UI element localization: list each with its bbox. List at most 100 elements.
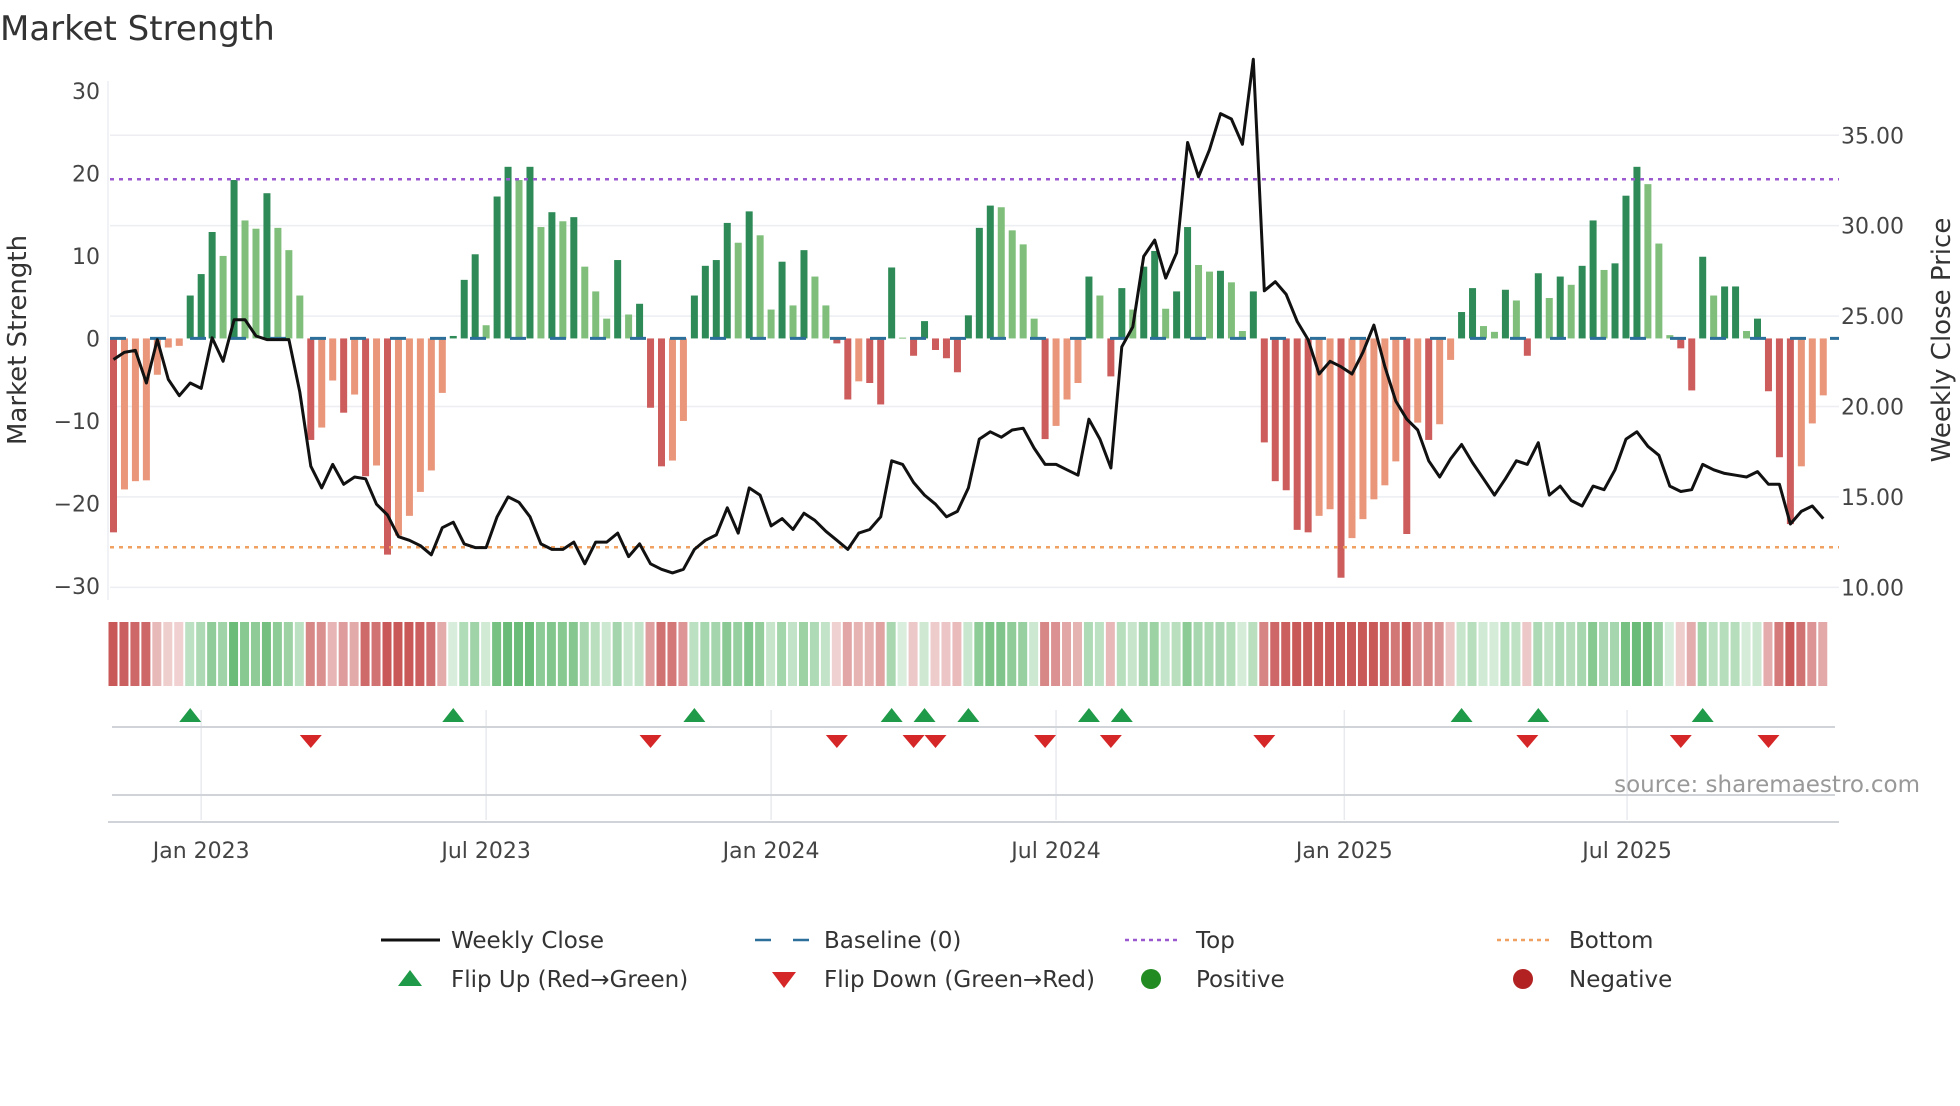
x-tick-label: Jul 2023 <box>439 839 531 864</box>
heat-cell <box>722 622 732 686</box>
strength-heat-strip <box>108 622 1828 686</box>
strength-bars <box>110 166 1827 578</box>
strength-bar <box>745 211 753 339</box>
strength-bar <box>1008 230 1016 339</box>
strength-bar <box>373 338 381 466</box>
y-tick-label: 0 <box>86 327 100 352</box>
strength-bar <box>307 338 315 440</box>
heat-cell <box>1094 622 1104 686</box>
heat-cell <box>272 622 282 686</box>
strength-bar <box>274 227 282 339</box>
heat-cell <box>514 622 524 686</box>
strength-bar <box>471 254 479 339</box>
strength-bar <box>1216 270 1224 339</box>
heat-cell <box>1785 622 1795 686</box>
heat-cell <box>1325 622 1335 686</box>
strength-bar <box>1151 250 1159 339</box>
source-note: source: sharemaestro.com <box>1614 772 1920 798</box>
heat-cell <box>1083 622 1093 686</box>
heat-cell <box>1653 622 1663 686</box>
heat-cell <box>1423 622 1433 686</box>
y-axis-label: Market Strength <box>3 235 33 445</box>
heat-cell <box>185 622 195 686</box>
strength-bar <box>515 180 523 339</box>
strength-bar <box>1436 338 1444 425</box>
heat-cell <box>152 622 162 686</box>
strength-bar <box>647 338 655 408</box>
strength-bar <box>1490 331 1498 339</box>
strength-bar <box>1710 295 1718 339</box>
y-tick-label: 10 <box>72 245 100 270</box>
heat-cell <box>1730 622 1740 686</box>
heat-cell <box>1018 622 1028 686</box>
strength-bar <box>1019 244 1027 339</box>
strength-bar <box>460 279 468 339</box>
strength-bar <box>1808 338 1816 424</box>
strength-bar <box>537 227 545 339</box>
heat-cell <box>1708 622 1718 686</box>
heat-cell <box>1434 622 1444 686</box>
strength-bar <box>866 338 874 383</box>
heat-cell <box>415 622 425 686</box>
heat-cell <box>777 622 787 686</box>
strength-bar <box>1074 338 1082 383</box>
y-tick-label: −20 <box>54 492 100 517</box>
y-tick-label: 30 <box>72 80 100 105</box>
heat-cell <box>601 622 611 686</box>
strength-bar <box>986 205 994 339</box>
heat-cell <box>941 622 951 686</box>
heat-cell <box>963 622 973 686</box>
strength-bar <box>1797 338 1805 467</box>
heat-cell <box>119 622 129 686</box>
strength-bar <box>800 250 808 339</box>
strength-bar <box>1085 276 1093 339</box>
strength-bar <box>734 242 742 339</box>
strength-bar <box>1644 184 1652 339</box>
flip-up-marker <box>1450 708 1473 722</box>
heat-cell <box>689 622 699 686</box>
heat-cell <box>1467 622 1477 686</box>
heat-cell <box>1719 622 1729 686</box>
heat-cell <box>1116 622 1126 686</box>
heat-cell <box>1445 622 1455 686</box>
heat-cell <box>1522 622 1532 686</box>
heat-cell <box>1412 622 1422 686</box>
strength-bar <box>1556 276 1564 339</box>
strength-bar <box>844 338 852 400</box>
heat-cell <box>1127 622 1137 686</box>
strength-bar <box>318 338 326 428</box>
heat-cell <box>755 622 765 686</box>
heat-cell <box>798 622 808 686</box>
flip-down-marker <box>1516 735 1539 748</box>
heat-cell <box>1697 622 1707 686</box>
flip-down-marker <box>1757 735 1780 748</box>
heat-cell <box>1270 622 1280 686</box>
flip-markers-panel: Jan 2023 Jul 2023 Jan 2024 Jul 2024 Jan 2025… <box>108 708 1839 864</box>
heat-cell <box>459 622 469 686</box>
heat-cell <box>1774 622 1784 686</box>
heat-cell <box>1237 622 1247 686</box>
heat-cell <box>788 622 798 686</box>
flip-down-marker <box>1034 735 1057 748</box>
strength-bar <box>1688 338 1696 391</box>
strength-bar <box>1282 338 1290 491</box>
heat-cell <box>229 622 239 686</box>
heat-cell <box>809 622 819 686</box>
strength-bar <box>668 338 676 461</box>
strength-bar <box>1480 326 1487 339</box>
strength-bar <box>1107 338 1115 377</box>
legend-label: Bottom <box>1569 928 1653 954</box>
heat-cell <box>1357 622 1367 686</box>
heat-cell <box>327 622 337 686</box>
y2-tick-label: 10.00 <box>1841 576 1904 601</box>
strength-bar <box>1512 300 1520 339</box>
heat-cell <box>1281 622 1291 686</box>
heat-cell <box>1686 622 1696 686</box>
strength-bar <box>1052 338 1060 426</box>
y-tick-label: −30 <box>54 575 100 600</box>
heat-cell <box>360 622 370 686</box>
heat-cell <box>1182 622 1192 686</box>
flip-up-marker <box>1527 708 1550 722</box>
strength-bar <box>899 337 907 339</box>
heat-cell <box>1346 622 1356 686</box>
